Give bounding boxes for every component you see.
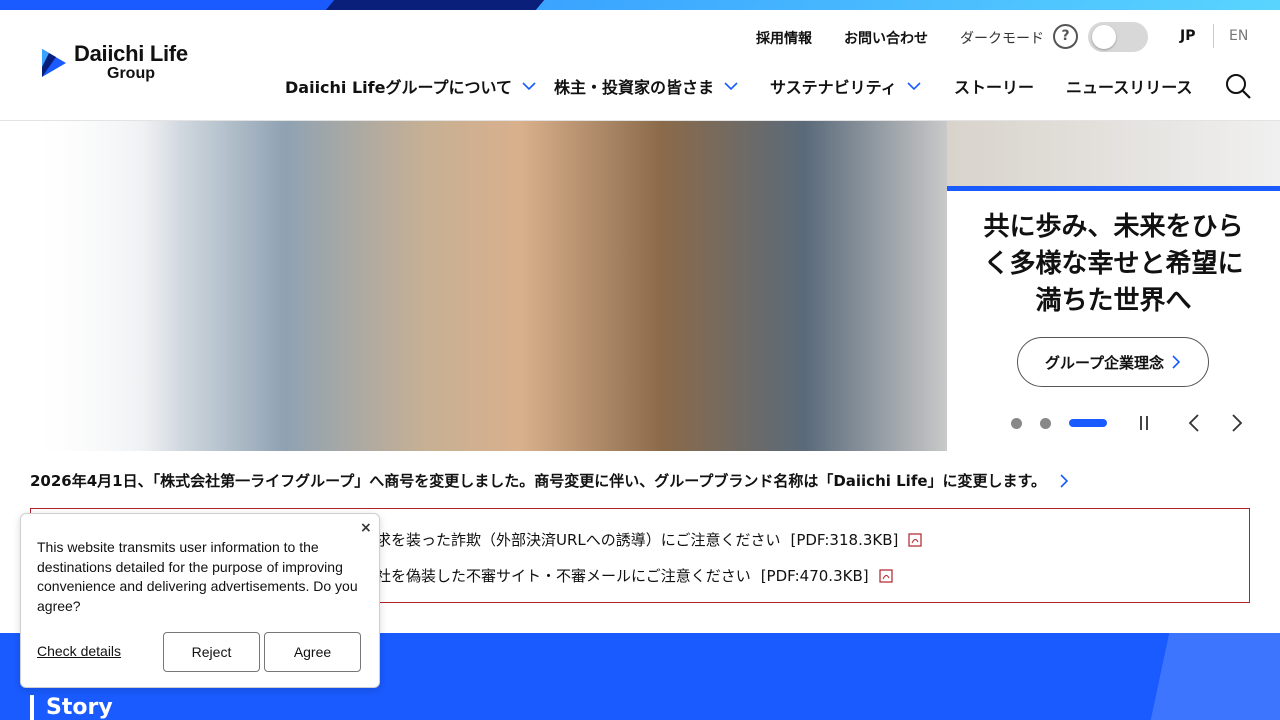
chevron-down-icon xyxy=(724,81,738,90)
close-icon[interactable]: × xyxy=(360,520,372,536)
hero-carousel: 共に歩み、未来をひらく多様な幸せと希望に満ちた世界へ グループ企業理念 xyxy=(0,121,1280,451)
alert-file-size: [PDF:318.3KB] xyxy=(790,530,899,549)
hero-card: 共に歩み、未来をひらく多様な幸せと希望に満ちた世界へ グループ企業理念 xyxy=(947,186,1280,451)
pdf-icon xyxy=(908,532,922,547)
utility-bar: 採用情報 お問い合わせ ダークモード ? JP EN xyxy=(0,22,1280,52)
hero-title: 共に歩み、未来をひらく多様な幸せと希望に満ちた世界へ xyxy=(983,212,1244,316)
contact-link[interactable]: お問い合わせ xyxy=(844,28,928,48)
name-change-notice[interactable]: 2026年4月1日、「株式会社第一ライフグループ」へ商号を変更しました。商号変更… xyxy=(30,470,1069,491)
carousel-dot-2[interactable] xyxy=(1040,418,1051,429)
search-icon[interactable] xyxy=(1224,72,1252,100)
chevron-down-icon xyxy=(522,81,536,90)
check-details-link[interactable]: Check details xyxy=(37,643,121,659)
alert-file-size: [PDF:470.3KB] xyxy=(760,566,869,585)
nav-item-story[interactable]: ストーリー xyxy=(954,74,1034,98)
logo-mark-icon xyxy=(42,48,66,77)
nav-item-label: 株主・投資家の皆さま xyxy=(554,78,715,97)
carousel-dot-3-active[interactable] xyxy=(1069,419,1107,427)
chevron-right-icon xyxy=(1172,355,1181,369)
hero-image-edge xyxy=(947,121,1280,186)
help-icon[interactable]: ? xyxy=(1053,24,1078,49)
nav-item-label: Daiichi Lifeグループについて xyxy=(285,78,513,97)
alert-item[interactable]: 要】当社を偽装した不審サイト・不審メールにご注意ください [PDF:470.3K… xyxy=(331,565,893,586)
nav-item-news[interactable]: ニュースリリース xyxy=(1066,74,1192,98)
dark-mode-toggle[interactable] xyxy=(1088,22,1148,52)
carousel-dot-1[interactable] xyxy=(1011,418,1022,429)
main-nav: Daiichi Lifeグループについて 株主・投資家の皆さま サステナビリティ… xyxy=(0,74,1280,100)
alert-text: 要】当社を偽装した不審サイト・不審メールにご注意ください xyxy=(331,567,751,585)
recruit-link[interactable]: 採用情報 xyxy=(756,28,812,48)
nav-item-sustainability[interactable]: サステナビリティ xyxy=(770,74,921,98)
philosophy-button[interactable]: グループ企業理念 xyxy=(1017,337,1209,387)
nav-item-label: ニュースリリース xyxy=(1066,78,1193,97)
lang-divider xyxy=(1213,24,1214,48)
lang-en-link[interactable]: EN xyxy=(1229,28,1248,44)
story-title: Story xyxy=(46,695,113,720)
pdf-icon xyxy=(878,568,893,583)
dark-mode-label: ダークモード xyxy=(960,31,1044,47)
cookie-consent-dialog: × This website transmits user informatio… xyxy=(20,513,380,688)
chevron-right-icon[interactable] xyxy=(1230,413,1244,433)
chevron-right-icon xyxy=(1060,473,1069,488)
nav-item-investors[interactable]: 株主・投資家の皆さま xyxy=(554,74,738,98)
alert-item[interactable]: 要】請求を装った詐欺（外部決済URLへの誘導）にご注意ください [PDF:318… xyxy=(331,529,922,550)
chevron-down-icon xyxy=(907,81,921,90)
story-title-bar xyxy=(30,695,34,720)
nav-item-label: ストーリー xyxy=(954,78,1035,97)
chevron-left-icon[interactable] xyxy=(1187,413,1201,433)
site-header: Daiichi Life Group 採用情報 お問い合わせ ダークモード ? … xyxy=(0,10,1280,121)
reject-button[interactable]: Reject xyxy=(163,632,260,672)
lang-jp-link[interactable]: JP xyxy=(1180,28,1195,44)
top-accent-stripe xyxy=(0,0,1280,10)
notice-text: 2026年4月1日、「株式会社第一ライフグループ」へ商号を変更しました。商号変更… xyxy=(30,472,1047,490)
pause-icon[interactable] xyxy=(1138,415,1150,431)
cookie-message: This website transmits user information … xyxy=(37,539,358,614)
nav-item-label: サステナビリティ xyxy=(770,78,897,97)
hero-image xyxy=(0,121,947,451)
philosophy-button-label: グループ企業理念 xyxy=(1044,353,1165,372)
agree-button[interactable]: Agree xyxy=(264,632,361,672)
nav-item-about[interactable]: Daiichi Lifeグループについて xyxy=(285,74,536,98)
alert-text: 要】請求を装った詐欺（外部決済URLへの誘導）にご注意ください xyxy=(331,531,781,549)
